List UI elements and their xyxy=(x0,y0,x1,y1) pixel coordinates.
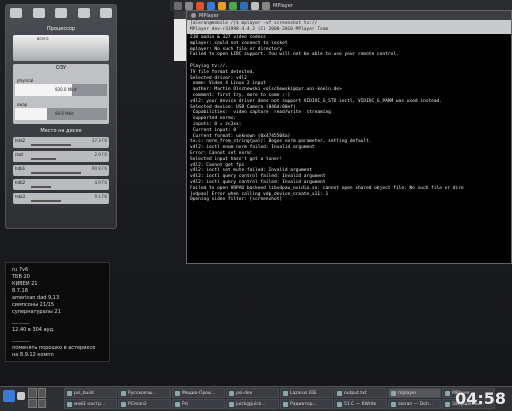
terminal-titlebar[interactable]: MPlayer xyxy=(187,11,511,20)
app-icon[interactable] xyxy=(196,1,204,10)
disk-row: hda3 9.1 Гб xyxy=(13,193,109,204)
physical-label: physical xyxy=(17,78,34,83)
swap-bar xyxy=(15,108,48,120)
taskbar-button[interactable]: psi-dev xyxy=(226,388,279,398)
taskbar-button[interactable]: aleran — Doh... xyxy=(388,399,441,409)
terminal-header: [aleran@mobile /]$ mplayer -vf screensho… xyxy=(187,20,511,34)
memory-title: ОЗУ xyxy=(55,65,67,71)
disk-name: hdb1 xyxy=(15,166,26,171)
taskbar-button[interactable]: Русскоязы... xyxy=(118,388,171,398)
physical-memory-row: physical 930.0 Mbit xyxy=(15,78,107,96)
disk-name: hda3 xyxy=(15,194,26,199)
disk-bar xyxy=(31,172,81,174)
disk-bar xyxy=(31,144,71,146)
taskbar-button[interactable]: PCman2 xyxy=(118,399,171,409)
vlc-icon[interactable] xyxy=(218,1,226,10)
disk-row: hda2 37.3 Гб xyxy=(13,137,109,148)
terminal-output[interactable]: 210 audio & 327 video codecs mplayer: cou… xyxy=(187,34,511,204)
swap-label: swap xyxy=(17,102,28,107)
disk-row: root 2.9 Гб xyxy=(13,151,109,162)
taskbar-button[interactable]: мой1 настр... xyxy=(64,399,117,409)
disk-row: hdb2 4.9 Гб xyxy=(13,179,109,190)
disk-name: hda2 xyxy=(15,138,26,143)
disk-bar xyxy=(31,186,51,188)
memory-icon[interactable] xyxy=(55,8,67,18)
quicklaunch-icon[interactable] xyxy=(17,392,25,400)
start-menu-button[interactable] xyxy=(3,390,15,402)
note-line: ТБВ 20 xyxy=(12,274,30,280)
disk-space-title: Место на диске xyxy=(40,128,82,134)
note-line: american dad 9,13 xyxy=(12,295,60,301)
taskbar-button[interactable]: psi_build xyxy=(64,388,117,398)
note-line: на 8.9.12 компл xyxy=(12,352,54,358)
processor-title: Процессор xyxy=(46,26,76,32)
taskbar-button[interactable]: juick@juick... xyxy=(226,399,279,409)
window-menu-icon[interactable] xyxy=(191,13,196,18)
note-line: ru 7v6 xyxy=(12,267,29,273)
monitor-toolbar xyxy=(6,5,116,24)
disk-size: 4.9 Гб xyxy=(94,180,107,185)
disk-bar xyxy=(31,200,61,202)
app-icon[interactable] xyxy=(207,1,215,10)
cpu-gauge-label: всего xyxy=(37,36,49,41)
clock[interactable]: 04:58 xyxy=(455,389,506,408)
taskbar-button[interactable]: Psi xyxy=(172,399,225,409)
system-monitor-widget: Процессор всего ОЗУ physical 930.0 Mbit … xyxy=(5,4,117,229)
terminal-window[interactable]: MPlayer [aleran@mobile /]$ mplayer -vf s… xyxy=(186,10,512,264)
temperature-icon[interactable] xyxy=(77,8,90,18)
note-line: поменять порошко в астериксе xyxy=(12,345,96,351)
note-line: супернатуралы 21 xyxy=(12,309,61,315)
note-line: симпсоны 21/15 xyxy=(12,302,55,308)
window-icon[interactable] xyxy=(174,1,182,10)
taskbar-button[interactable]: output.txt xyxy=(334,388,387,398)
disk-bar xyxy=(31,158,56,160)
taskbar-button[interactable]: Радиотор... xyxy=(280,399,333,409)
disk-size: 90.9 Гб xyxy=(91,166,107,171)
disk-size: 2.9 Гб xyxy=(94,152,107,157)
monitor-icon[interactable] xyxy=(10,8,22,18)
disk-row: hdb1 90.9 Гб xyxy=(13,165,109,176)
terminal-title: MPlayer xyxy=(199,12,219,19)
disk-name: hdb2 xyxy=(15,180,26,185)
disk-name: root xyxy=(15,152,24,157)
terminal-header-line: MPlayer dev-r31998-4.4.3 (C) 2000-2010 M… xyxy=(190,27,329,32)
taskbar-button[interactable]: mplayer xyxy=(388,388,441,398)
taskbar-button[interactable]: 51.С — KWrite xyxy=(334,399,387,409)
cpu-gauge: всего xyxy=(13,35,109,61)
app-icon[interactable] xyxy=(185,1,193,10)
disk-size: 9.1 Гб xyxy=(94,194,107,199)
memory-panel: ОЗУ physical 930.0 Mbit swap 88.0 Mbit xyxy=(13,64,109,124)
note-widget[interactable]: ru 7v6 ТБВ 20 КИВЕИ 21 8.7.18 american d… xyxy=(5,262,110,362)
app-icon[interactable] xyxy=(229,1,237,10)
taskbar-button[interactable]: Lazarus IDE xyxy=(280,388,333,398)
note-line: КИВЕИ 21 xyxy=(12,281,38,287)
note-line: 8.7.18 xyxy=(12,288,28,294)
disk-icon[interactable] xyxy=(100,8,112,18)
app-icon[interactable] xyxy=(251,1,259,10)
tray-title: MPlayer xyxy=(273,2,293,9)
desktop-pager[interactable] xyxy=(28,388,46,408)
swap-value: 88.0 Mbit xyxy=(55,111,74,116)
physical-value: 930.0 Mbit xyxy=(55,87,77,92)
network-icon[interactable] xyxy=(32,8,45,18)
note-separator: _______ xyxy=(12,336,30,342)
app-icon[interactable] xyxy=(262,1,270,10)
terminal-line: Failed to open VDPAU backend libvdpau_nv… xyxy=(190,185,464,191)
note-line: 12.40 в 304 ауд. xyxy=(12,327,55,333)
note-separator: _______ xyxy=(12,318,30,324)
terminal-line: Opening video filter: [screenshot] xyxy=(190,197,283,203)
swap-row: swap 88.0 Mbit xyxy=(15,102,107,120)
taskbar-button[interactable]: Медиа-Прои... xyxy=(172,388,225,398)
app-icon[interactable] xyxy=(240,1,248,10)
disk-size: 37.3 Гб xyxy=(91,138,107,143)
